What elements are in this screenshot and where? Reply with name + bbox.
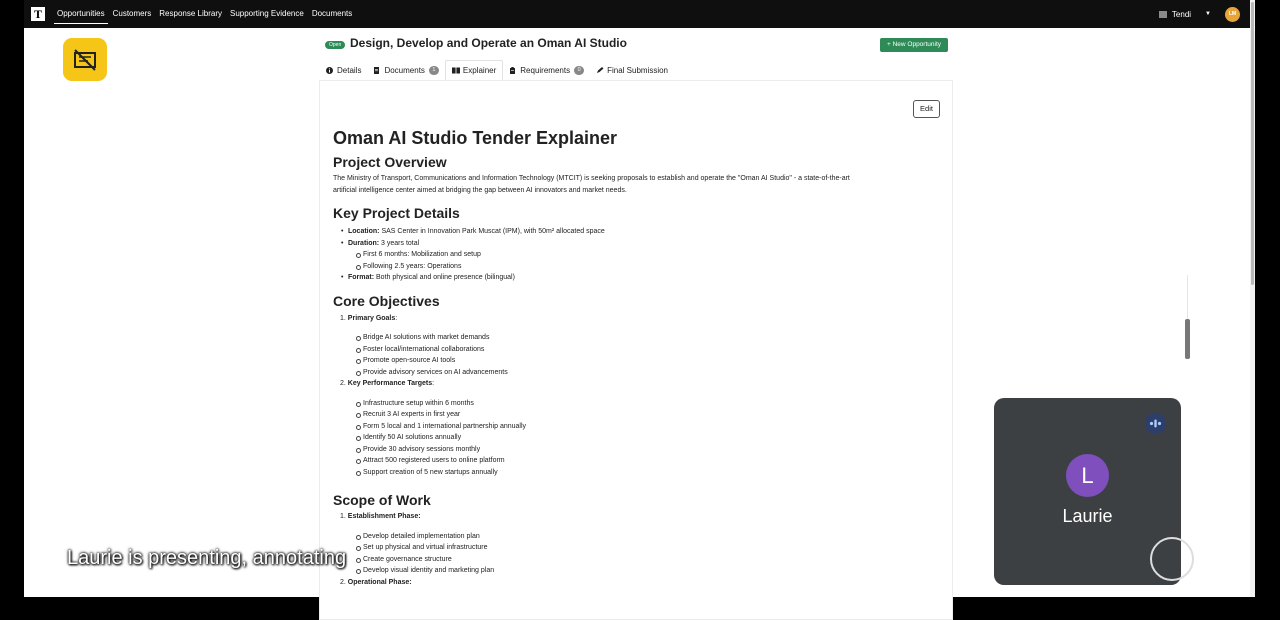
tab-details[interactable]: Details xyxy=(320,60,367,80)
presenting-caption: Laurie is presenting, annotating xyxy=(67,547,347,569)
document-title: Oman AI Studio Tender Explainer xyxy=(333,128,618,148)
list-item: Bridge AI solutions with market demands xyxy=(333,332,933,344)
page-scrollbar[interactable] xyxy=(1250,0,1255,597)
page-scrollbar-thumb[interactable] xyxy=(1251,2,1254,285)
pen-icon xyxy=(596,66,604,74)
list-item: Foster local/international collaboration… xyxy=(333,344,933,356)
list-item: Following 2.5 years: Operations xyxy=(333,261,933,273)
nav-opportunities[interactable]: Opportunities xyxy=(54,0,108,28)
user-name: Tendi xyxy=(1171,9,1192,19)
edit-button[interactable]: Edit xyxy=(913,100,940,118)
book-icon xyxy=(451,67,460,74)
speaking-indicator-icon xyxy=(1145,413,1166,434)
list-item: Develop detailed implementation plan xyxy=(333,531,933,543)
section-heading-scope: Scope of Work xyxy=(333,492,431,508)
list-item-location: Location: SAS Center in Innovation Park … xyxy=(333,226,933,238)
tab-label: Documents xyxy=(384,65,425,75)
list-item: Develop visual identity and marketing pl… xyxy=(333,565,933,577)
tab-documents[interactable]: Documents 1 xyxy=(367,60,444,80)
list-item-format: Format: Both physical and online presenc… xyxy=(333,272,933,284)
list-item: Promote open-source AI tools xyxy=(333,355,933,367)
list-item: Recruit 3 AI experts in first year xyxy=(333,409,933,421)
avatar[interactable]: LM xyxy=(1225,6,1240,22)
section-heading-objectives: Core Objectives xyxy=(333,292,440,309)
explainer-document: Oman AI Studio Tender Explainer Project … xyxy=(333,126,933,588)
list-item: First 6 months: Mobilization and setup xyxy=(333,249,933,261)
top-navbar: T Opportunities Customers Response Libra… xyxy=(24,0,1250,28)
list-item: Provide 30 advisory sessions monthly xyxy=(333,444,933,456)
floating-control-button[interactable] xyxy=(1150,537,1194,581)
nav-customers[interactable]: Customers xyxy=(113,0,152,28)
tab-count-badge: 0 xyxy=(574,65,585,75)
flag-icon xyxy=(1158,10,1167,18)
new-opportunity-button[interactable]: + New Opportunity xyxy=(880,38,948,52)
numbered-item-targets: 2. Key Performance Targets: xyxy=(340,380,435,387)
list-item: Provide advisory services on AI advancem… xyxy=(333,367,933,379)
nav-supporting-evidence[interactable]: Supporting Evidence xyxy=(230,0,304,28)
clipboard-icon xyxy=(509,66,516,74)
list-item: Attract 500 registered users to online p… xyxy=(333,455,933,467)
slides-off-icon xyxy=(63,38,107,81)
tab-label: Requirements xyxy=(520,65,571,75)
participant-name: Laurie xyxy=(1062,506,1113,526)
info-icon xyxy=(326,66,333,74)
document-icon xyxy=(373,66,380,74)
user-menu[interactable]: Tendi ▼ LM xyxy=(1158,0,1240,28)
overview-text: artificial intelligence center aimed at … xyxy=(333,186,627,194)
slide-scroll-thumb[interactable] xyxy=(1185,319,1190,359)
screen: T Opportunities Customers Response Libra… xyxy=(0,0,1280,620)
list-item: Form 5 local and 1 international partner… xyxy=(333,421,933,433)
list-item: Set up physical and virtual infrastructu… xyxy=(333,542,933,554)
caret-down-icon[interactable]: ▼ xyxy=(1205,11,1211,17)
list-item: Infrastructure setup within 6 months xyxy=(333,398,933,410)
nav-response-library[interactable]: Response Library xyxy=(159,0,222,28)
tab-count-badge: 1 xyxy=(428,65,439,75)
numbered-item-primary-goals: 1. Primary Goals: xyxy=(340,314,398,322)
status-badge: Open xyxy=(325,41,346,49)
tab-label: Details xyxy=(337,65,362,75)
tab-label: Final Submission xyxy=(607,65,669,75)
section-heading-overview: Project Overview xyxy=(333,154,447,170)
list-item-duration: Duration: 3 years total xyxy=(333,238,933,250)
numbered-item-operational: 2. Operational Phase: xyxy=(340,578,412,586)
tab-bar: Details Documents 1 Explainer Requiremen… xyxy=(320,60,674,80)
overview-text: The Ministry of Transport, Communication… xyxy=(333,175,850,182)
tab-label: Explainer xyxy=(462,66,497,75)
nav-documents[interactable]: Documents xyxy=(312,0,352,28)
numbered-item-establishment: 1. Establishment Phase: xyxy=(340,513,421,520)
tab-explainer[interactable]: Explainer xyxy=(444,60,504,80)
participant-avatar: L xyxy=(1066,454,1109,497)
app-logo[interactable]: T xyxy=(31,7,45,21)
list-item: Support creation of 5 new startups annua… xyxy=(333,467,933,479)
section-heading-details: Key Project Details xyxy=(333,205,460,221)
page-title: Design, Develop and Operate an Oman AI S… xyxy=(350,36,627,50)
tab-requirements[interactable]: Requirements 0 xyxy=(503,60,590,80)
list-item: Create governance structure xyxy=(333,554,933,566)
list-item: Identify 50 AI solutions annually xyxy=(333,432,933,444)
tab-final-submission[interactable]: Final Submission xyxy=(590,60,674,80)
